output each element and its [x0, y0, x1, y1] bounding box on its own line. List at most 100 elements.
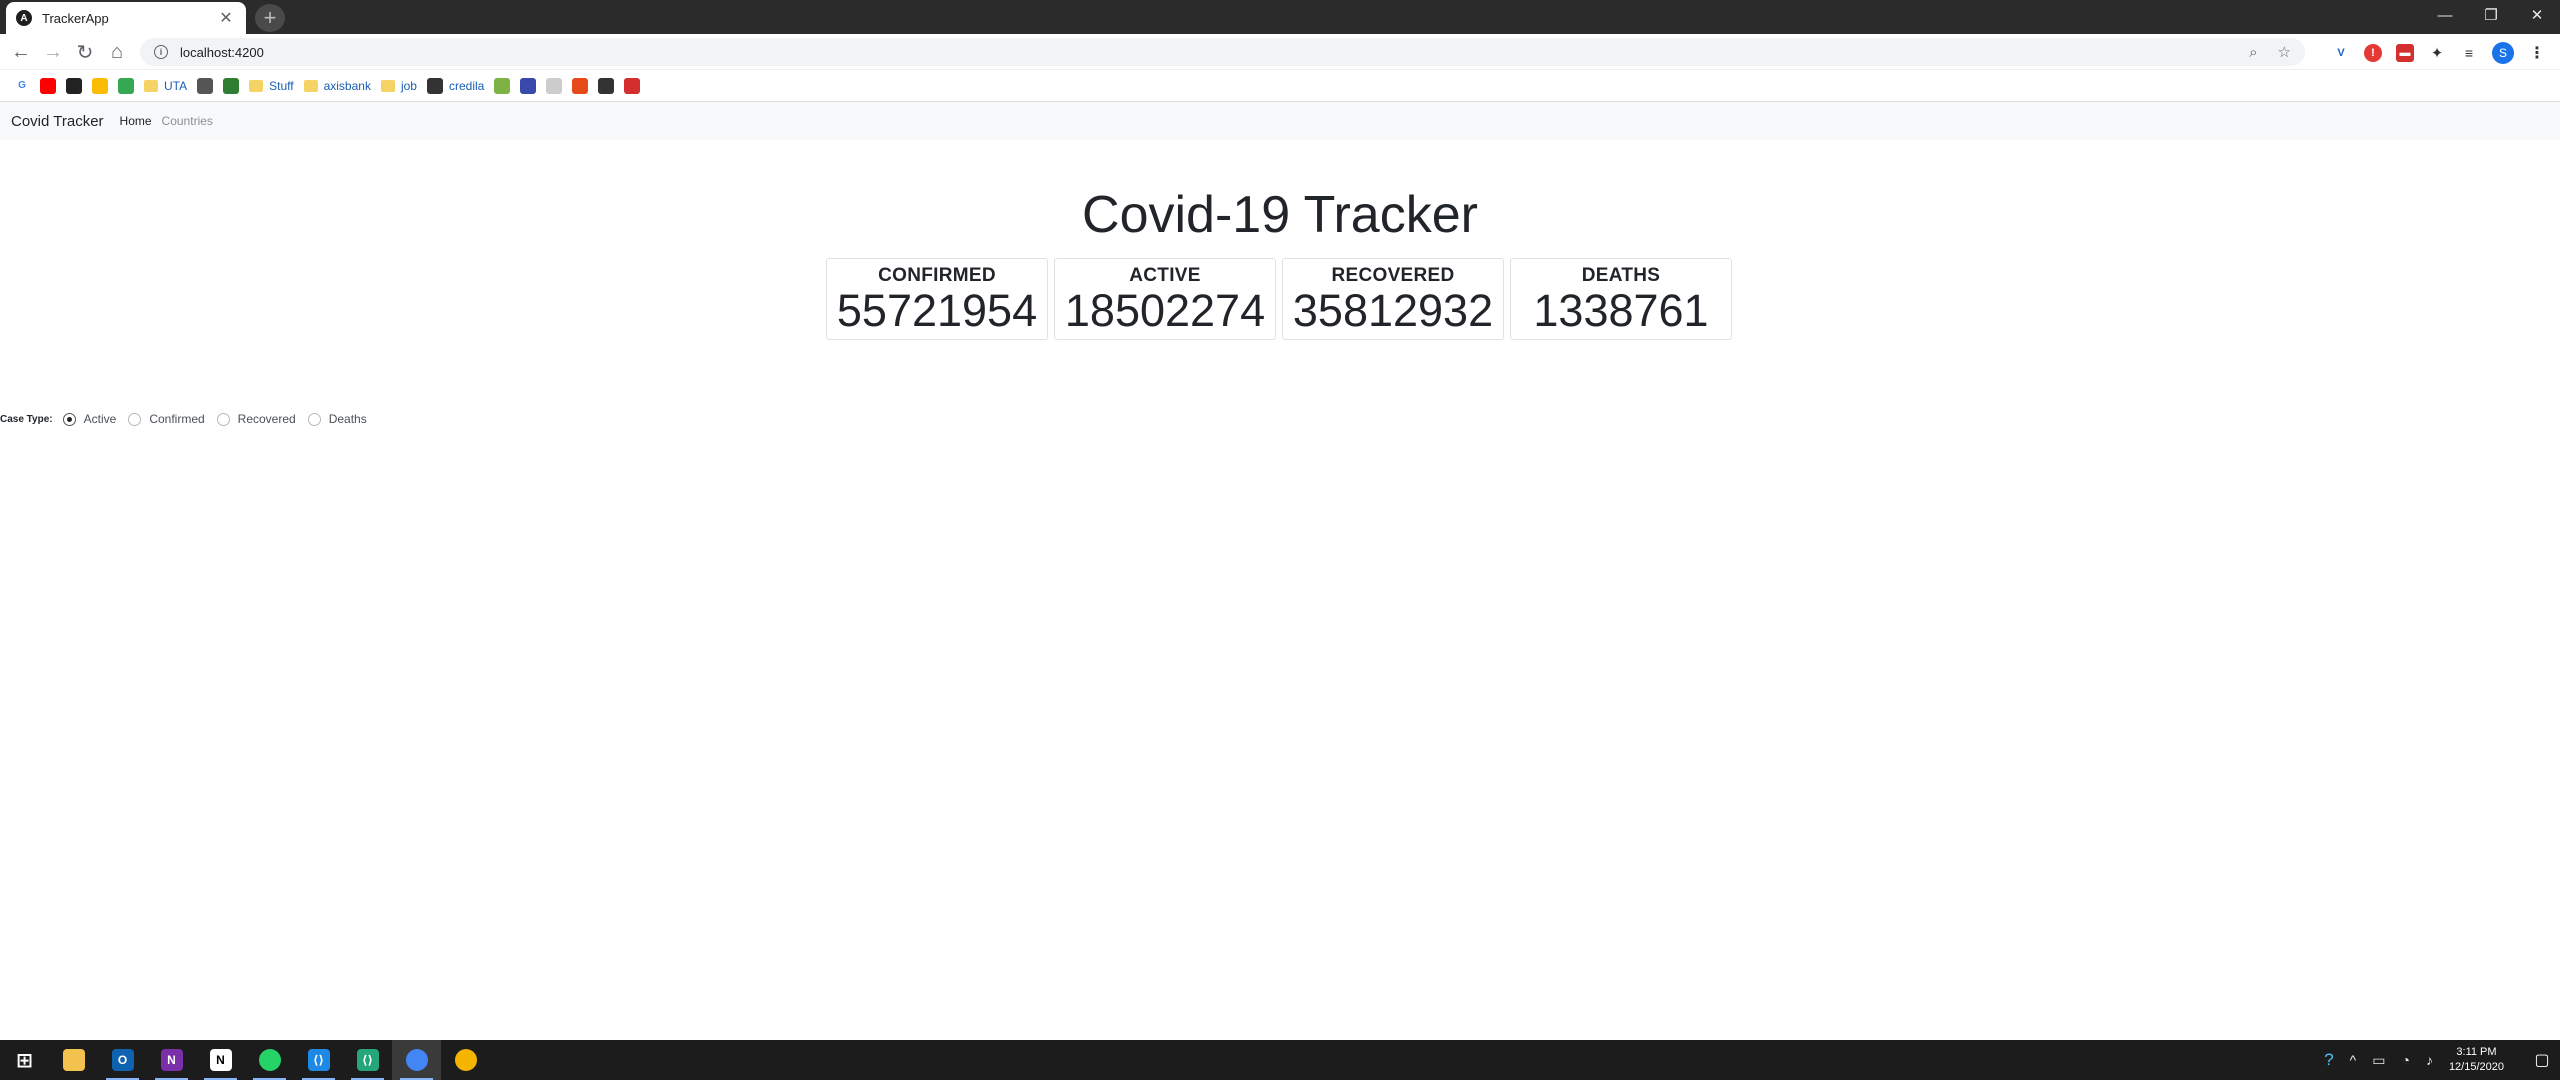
minimize-button[interactable]: — — [2422, 0, 2468, 30]
maps-icon — [118, 77, 134, 94]
vscode-insiders-icon: ⟨⟩ — [356, 1049, 379, 1071]
stat-card-recovered: RECOVERED 35812932 — [1282, 258, 1504, 340]
volume-icon[interactable]: ♪ — [2426, 1052, 2433, 1068]
taskbar-clock[interactable]: 3:11 PM 12/15/2020 — [2449, 1045, 2504, 1075]
bookmark-item[interactable] — [66, 77, 82, 94]
bookmark-item[interactable]: UTA — [144, 79, 187, 93]
radio-label[interactable]: Active — [84, 412, 117, 426]
radio-label[interactable]: Recovered — [238, 412, 296, 426]
stat-label: ACTIVE — [1129, 265, 1201, 286]
address-bar[interactable]: i localhost:4200 ⌕ ☆ — [140, 38, 2305, 66]
bookmark-label[interactable]: job — [401, 79, 417, 93]
app-navbar: Covid Tracker Home Countries — [0, 102, 2560, 140]
reload-button[interactable]: ↻ — [72, 39, 98, 65]
bookmark-label[interactable]: UTA — [164, 79, 187, 93]
taskbar-app[interactable]: ⊞ — [0, 1040, 49, 1080]
bookmark-item[interactable]: G — [14, 77, 30, 94]
vimium-extension-icon[interactable]: V — [2332, 44, 2350, 62]
battery-icon[interactable]: ▭ — [2372, 1052, 2385, 1069]
help-icon[interactable]: ? — [2324, 1050, 2333, 1070]
bookmark-label[interactable]: credila — [449, 79, 484, 93]
red-extension-icon[interactable]: ▬ — [2396, 44, 2414, 62]
taskbar-app[interactable] — [441, 1040, 490, 1080]
back-button[interactable]: ← — [8, 39, 34, 65]
close-tab-icon[interactable]: ✕ — [216, 8, 236, 28]
taskbar-app[interactable]: N — [147, 1040, 196, 1080]
radio-button[interactable] — [216, 412, 230, 426]
notifications-icon[interactable]: ▢ — [2524, 1050, 2560, 1070]
extensions-puzzle-icon[interactable]: ✦ — [2428, 44, 2446, 62]
bookmark-label[interactable]: axisbank — [324, 79, 371, 93]
adblock-extension-icon[interactable]: ! — [2364, 44, 2382, 62]
home-button[interactable]: ⌂ — [104, 39, 130, 65]
profile-avatar[interactable]: S — [2492, 42, 2514, 64]
windows-taskbar: ⊞ O N N ⟨⟩ ⟨⟩ ? ^ ▭ ◔ ♪ 3:11 PM 12/15/2020 ▢ — [0, 1040, 2560, 1080]
circle-icon — [520, 77, 537, 94]
bookmark-item[interactable]: axisbank — [303, 79, 371, 93]
taskbar-app[interactable] — [49, 1040, 98, 1080]
stat-card-deaths: DEATHS 1338761 — [1510, 258, 1732, 340]
bookmark-item[interactable] — [598, 77, 615, 94]
zoom-icon[interactable]: ⌕ — [2249, 44, 2257, 61]
restore-button[interactable]: ❐ — [2468, 0, 2514, 30]
radio-active[interactable]: Active — [62, 412, 117, 426]
taskbar-app[interactable] — [392, 1040, 441, 1080]
bookmark-item[interactable] — [118, 77, 134, 94]
bookmark-star-icon[interactable]: ☆ — [2278, 43, 2291, 61]
taskbar-app[interactable]: ⟨⟩ — [343, 1040, 392, 1080]
taskbar-app[interactable]: ⟨⟩ — [294, 1040, 343, 1080]
taskbar-app[interactable]: N — [196, 1040, 245, 1080]
photos-icon — [92, 77, 108, 94]
address-url[interactable]: localhost:4200 — [180, 45, 2229, 60]
extensions-row: V ! ▬ ✦ ≡ S ⋮ — [2332, 42, 2546, 64]
bookmark-item[interactable] — [92, 77, 108, 94]
forward-button[interactable]: → — [40, 39, 66, 65]
taskbar-app[interactable]: O — [98, 1040, 147, 1080]
stat-value: 35812932 — [1292, 285, 1494, 336]
outlook-icon: O — [111, 1049, 134, 1071]
bookmark-item[interactable] — [572, 77, 589, 94]
menu-kebab-icon[interactable]: ⋮ — [2528, 44, 2546, 62]
bookmark-item[interactable] — [624, 77, 641, 94]
radio-recovered[interactable]: Recovered — [216, 412, 296, 426]
taskbar-app[interactable] — [245, 1040, 294, 1080]
bookmark-item[interactable]: job — [380, 79, 417, 93]
bookmark-item[interactable]: Stuff — [249, 79, 294, 93]
nav-countries-link[interactable]: Countries — [162, 114, 213, 128]
stat-label: RECOVERED — [1331, 265, 1455, 286]
wifi-icon[interactable]: ◔ — [2401, 1052, 2409, 1068]
bookmark-item[interactable]: credila — [426, 77, 484, 94]
bookmark-item[interactable] — [40, 77, 56, 94]
radio-confirmed[interactable]: Confirmed — [128, 412, 205, 426]
bookmark-item[interactable] — [223, 77, 240, 94]
close-window-button[interactable]: ✕ — [2514, 0, 2560, 30]
browser-toolbar: ← → ↻ ⌂ i localhost:4200 ⌕ ☆ V ! ▬ ✦ ≡ S… — [0, 34, 2560, 70]
bookmark-item[interactable] — [520, 77, 537, 94]
apple-icon — [197, 77, 214, 94]
file-explorer-icon — [62, 1049, 85, 1071]
clock-date: 12/15/2020 — [2448, 1061, 2504, 1073]
chevron-up-icon[interactable]: ^ — [2350, 1052, 2357, 1068]
bookmark-item[interactable] — [494, 77, 511, 94]
stat-value: 1338761 — [1533, 285, 1709, 336]
windows-start-icon: ⊞ — [13, 1049, 36, 1072]
vscode-icon: ⟨⟩ — [307, 1049, 330, 1071]
nav-home-link[interactable]: Home — [120, 114, 152, 128]
bookmark-item[interactable] — [197, 77, 214, 94]
browser-tab[interactable]: A TrackerApp ✕ — [6, 2, 246, 34]
bookmark-item[interactable] — [546, 77, 563, 94]
site-info-icon[interactable]: i — [154, 45, 168, 59]
new-tab-button[interactable]: + — [255, 4, 285, 32]
radio-label[interactable]: Deaths — [329, 412, 367, 426]
radio-label[interactable]: Confirmed — [149, 412, 204, 426]
folder-icon — [144, 79, 158, 92]
navbar-brand[interactable]: Covid Tracker — [11, 113, 104, 130]
radio-button[interactable] — [128, 412, 142, 426]
radio-button[interactable] — [62, 412, 76, 426]
radio-button[interactable] — [307, 412, 321, 426]
globe-icon — [598, 77, 615, 94]
reading-list-icon[interactable]: ≡ — [2460, 44, 2478, 62]
radio-deaths[interactable]: Deaths — [307, 412, 367, 426]
stats-cards: CONFIRMED 55721954 ACTIVE 18502274 RECOV… — [826, 258, 1732, 340]
bookmark-label[interactable]: Stuff — [269, 79, 293, 93]
